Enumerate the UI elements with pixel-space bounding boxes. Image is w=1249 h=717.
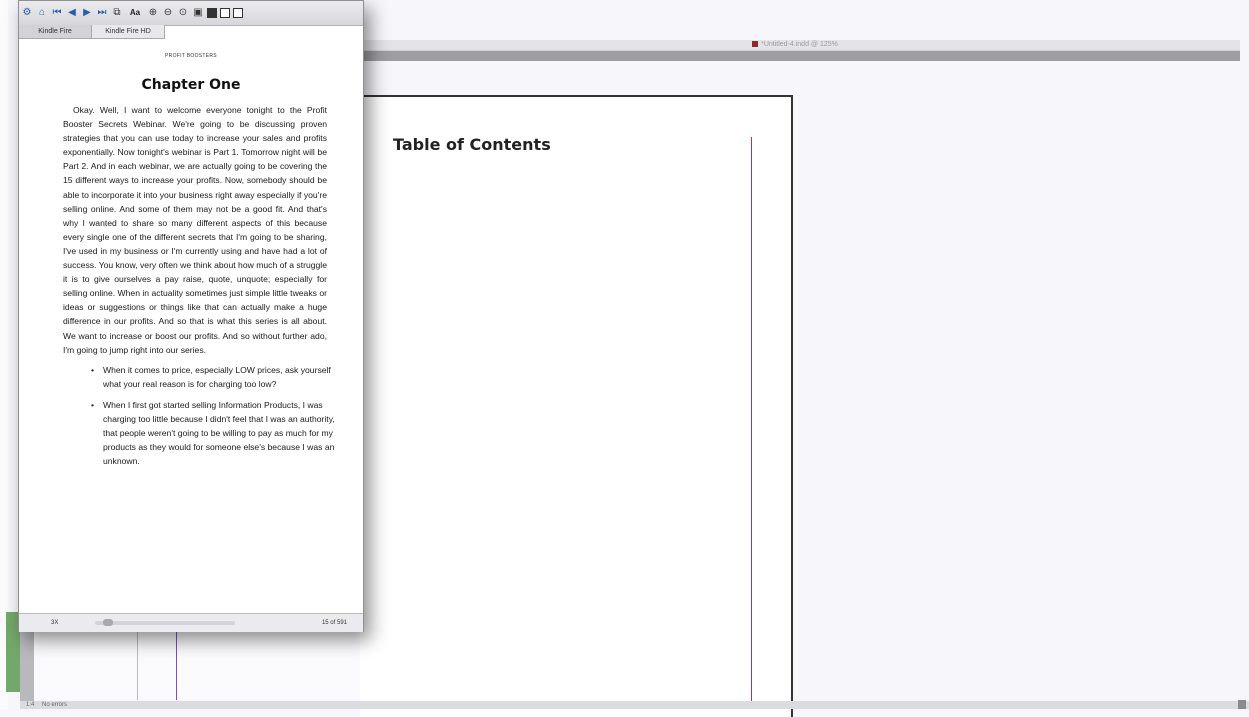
status-bar: 1:4 No errors xyxy=(20,701,1249,709)
full-screen-icon[interactable]: ▣ xyxy=(192,7,204,19)
zoom-in-icon[interactable]: ⊕ xyxy=(147,7,159,19)
body-paragraph: Okay. Well, I want to welcome everyone t… xyxy=(63,105,327,355)
bullet-list: When it comes to price, especially LOW p… xyxy=(91,363,341,468)
next-page-icon[interactable]: ▶ xyxy=(81,7,93,19)
page-slider[interactable] xyxy=(95,621,235,625)
prev-page-icon[interactable]: ◀ xyxy=(66,7,78,19)
scrollbar-corner[interactable] xyxy=(1238,700,1246,709)
list-item: When I first got started selling Informa… xyxy=(91,398,341,468)
document-page[interactable]: Table of Contents xyxy=(360,95,793,717)
open-icon[interactable]: ⚙ xyxy=(21,7,33,19)
page-heading[interactable]: Table of Contents xyxy=(393,135,551,154)
left-edge xyxy=(0,0,8,709)
chapter-title: Chapter One xyxy=(141,77,241,93)
first-page-icon[interactable]: ⏮ xyxy=(51,7,63,19)
previewer-toolbar: ⚙ ⌂ ⏮ ◀ ▶ ⏭ ⧉ Aa ⊕ ⊖ ⊙ ▣ xyxy=(19,1,363,26)
running-header: PROFIT BOOSTERS xyxy=(165,53,217,59)
tab-kindle-fire[interactable]: Kindle Fire xyxy=(19,25,92,39)
margin-guide-right xyxy=(751,137,752,707)
column-guide xyxy=(137,630,138,700)
zoom-out-icon[interactable]: ⊖ xyxy=(162,7,174,19)
device-tablet-icon[interactable] xyxy=(233,8,243,18)
page-number-field[interactable]: 1:4 xyxy=(26,702,34,708)
zoom-fit-icon[interactable]: ⊙ xyxy=(177,7,189,19)
page-slider-handle[interactable] xyxy=(103,619,113,626)
device-phone-icon[interactable] xyxy=(220,8,230,18)
device-kindle-icon[interactable] xyxy=(207,8,217,18)
previewer-footer: 3X 15 of 591 xyxy=(19,613,363,632)
copy-icon[interactable]: ⧉ xyxy=(111,7,123,19)
zoom-level: 3X xyxy=(51,620,59,626)
font-size-icon[interactable]: Aa xyxy=(126,7,144,19)
home-icon[interactable]: ⌂ xyxy=(36,7,48,19)
horizontal-ruler[interactable] xyxy=(350,51,1240,61)
document-icon xyxy=(752,41,759,48)
list-item: When it comes to price, especially LOW p… xyxy=(91,363,341,391)
device-tabs: Kindle Fire Kindle Fire HD xyxy=(19,25,165,39)
page-count: 15 of 591 xyxy=(321,620,347,626)
last-page-icon[interactable]: ⏭ xyxy=(96,7,108,19)
kindle-previewer-window: ⚙ ⌂ ⏮ ◀ ▶ ⏭ ⧉ Aa ⊕ ⊖ ⊙ ▣ Kindle Fire Kin… xyxy=(18,0,364,632)
tab-kindle-fire-hd[interactable]: Kindle Fire HD xyxy=(92,25,165,39)
ebook-page[interactable]: PROFIT BOOSTERS Chapter One Okay. Well, … xyxy=(19,41,363,613)
document-title-bar: *Untitled-4.indd @ 125% xyxy=(350,40,1240,51)
margin-guide-left xyxy=(176,630,177,700)
preflight-status[interactable]: No errors xyxy=(42,702,67,708)
document-title: *Untitled-4.indd @ 125% xyxy=(761,41,838,48)
